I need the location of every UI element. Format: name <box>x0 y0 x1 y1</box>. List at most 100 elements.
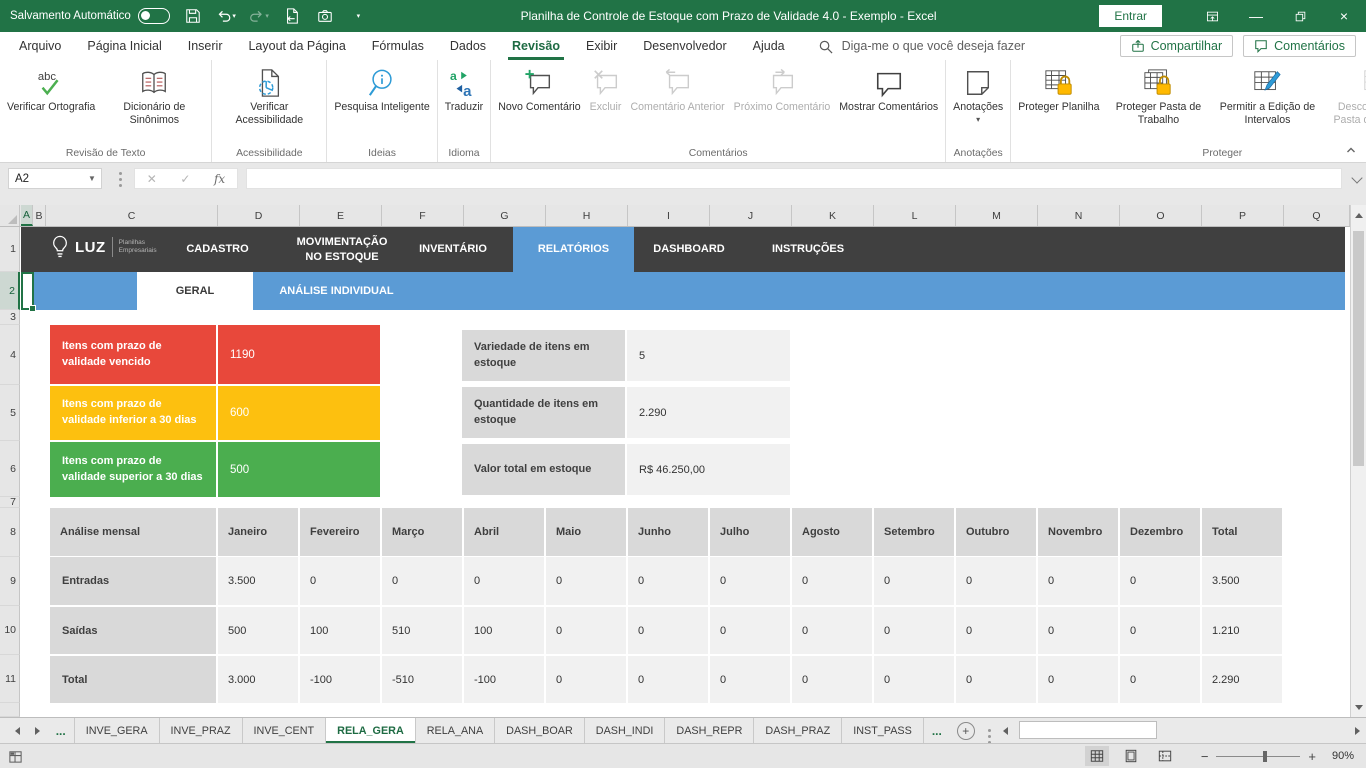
tell-me-search[interactable]: Diga-me o que você deseja fazer <box>818 39 1025 54</box>
table-cell[interactable]: -510 <box>382 656 462 703</box>
nav-item-relatorios[interactable]: RELATÓRIOS <box>513 227 634 272</box>
table-cell[interactable]: 0 <box>710 607 790 654</box>
validity-card-value[interactable]: 1190 <box>218 325 380 384</box>
table-header-junho[interactable]: Junho <box>628 508 708 556</box>
table-cell[interactable]: 0 <box>874 656 954 703</box>
button-traduzir[interactable]: aaTraduzir <box>441 65 487 117</box>
column-header-k[interactable]: K <box>792 205 874 226</box>
table-cell[interactable]: 0 <box>546 656 626 703</box>
macro-record-icon[interactable] <box>8 749 23 764</box>
new-sheet-icon[interactable]: + <box>957 722 975 740</box>
button-verificar-ortografia[interactable]: abcVerificar Ortografia <box>3 65 99 117</box>
hscroll-track[interactable] <box>1015 718 1348 743</box>
sheet-nav-right-icon[interactable] <box>28 727 48 735</box>
table-cell[interactable]: 1.210 <box>1202 607 1282 654</box>
stock-card-label[interactable]: Valor total em estoque <box>462 444 625 495</box>
insert-function-icon[interactable]: fx <box>214 172 225 186</box>
comments-button[interactable]: Comentários <box>1243 35 1356 57</box>
nav-item-inventario[interactable]: INVENTÁRIO <box>400 227 506 272</box>
close-button[interactable]: × <box>1322 0 1366 32</box>
column-header-h[interactable]: H <box>546 205 628 226</box>
table-cell[interactable]: 100 <box>464 607 544 654</box>
restore-button[interactable] <box>1278 0 1322 32</box>
table-cell[interactable]: 510 <box>382 607 462 654</box>
row-header-5[interactable]: 5 <box>0 385 20 441</box>
vertical-scrollbar[interactable] <box>1350 205 1366 717</box>
row-header-11[interactable]: 11 <box>0 655 20 703</box>
button-proteger-pasta-de-trabalho[interactable]: Proteger Pasta de Trabalho <box>1104 65 1212 129</box>
expand-formula-bar-icon[interactable] <box>1353 174 1361 182</box>
minimize-button[interactable]: — <box>1234 0 1278 32</box>
subnav-tab-analise-individual[interactable]: ANÁLISE INDIVIDUAL <box>253 272 420 310</box>
column-header-n[interactable]: N <box>1038 205 1120 226</box>
table-cell[interactable]: 0 <box>1120 607 1200 654</box>
sheet-nav-left-icon[interactable] <box>8 727 28 735</box>
column-header-o[interactable]: O <box>1120 205 1202 226</box>
table-cell[interactable]: 0 <box>1120 656 1200 703</box>
nav-item-cadastro[interactable]: CADASTRO <box>165 227 270 272</box>
subnav-tab-geral[interactable]: GERAL <box>137 272 253 310</box>
table-cell[interactable]: 0 <box>956 656 1036 703</box>
table-header-analise-mensal[interactable]: Análise mensal <box>50 508 216 556</box>
formula-input[interactable] <box>246 168 1342 189</box>
row-header-6[interactable]: 6 <box>0 441 20 497</box>
table-cell[interactable]: 0 <box>1038 656 1118 703</box>
table-cell[interactable]: 0 <box>628 656 708 703</box>
row-header-8[interactable]: 8 <box>0 508 20 557</box>
column-header-c[interactable]: C <box>46 205 218 226</box>
tab-revisao[interactable]: Revisão <box>499 32 573 60</box>
zoom-slider-thumb[interactable] <box>1263 751 1267 762</box>
page-break-view-icon[interactable] <box>1153 746 1177 766</box>
table-cell[interactable]: 0 <box>628 607 708 654</box>
normal-view-icon[interactable] <box>1085 746 1109 766</box>
formula-bar-handle[interactable] <box>119 172 122 175</box>
sheet-overflow-right[interactable]: ... <box>924 724 950 738</box>
column-header-g[interactable]: G <box>464 205 546 226</box>
qat-more-icon[interactable]: ▾ <box>348 5 368 27</box>
select-all-corner[interactable] <box>0 205 20 226</box>
zoom-out-icon[interactable]: − <box>1201 749 1209 764</box>
row-header-4[interactable]: 4 <box>0 325 20 385</box>
row-header-9[interactable]: 9 <box>0 557 20 606</box>
share-button[interactable]: Compartilhar <box>1120 35 1234 57</box>
button-mostrar-comentarios[interactable]: Mostrar Comentários <box>835 65 942 117</box>
table-cell[interactable]: 0 <box>628 557 708 605</box>
tab-arquivo[interactable]: Arquivo <box>6 32 74 60</box>
table-header-julho[interactable]: Julho <box>710 508 790 556</box>
zoom-level-label[interactable]: 90% <box>1324 750 1354 762</box>
table-cell[interactable]: 0 <box>300 557 380 605</box>
table-cell[interactable]: 0 <box>382 557 462 605</box>
validity-card-label[interactable]: Itens com prazo de validade inferior a 3… <box>50 386 216 440</box>
table-cell[interactable]: -100 <box>464 656 544 703</box>
column-header-f[interactable]: F <box>382 205 464 226</box>
table-cell[interactable]: 0 <box>792 557 872 605</box>
table-header-maio[interactable]: Maio <box>546 508 626 556</box>
stock-card-label[interactable]: Quantidade de itens em estoque <box>462 387 625 438</box>
table-cell[interactable]: 0 <box>956 607 1036 654</box>
collapse-ribbon-icon[interactable] <box>1346 145 1356 155</box>
table-cell[interactable]: 0 <box>874 607 954 654</box>
tab-ajuda[interactable]: Ajuda <box>740 32 798 60</box>
button-anotacoes[interactable]: Anotações▾ <box>949 65 1007 125</box>
table-header-janeiro[interactable]: Janeiro <box>218 508 298 556</box>
sheet-tab-inve-gera[interactable]: INVE_GERA <box>74 718 160 743</box>
row-header-3[interactable]: 3 <box>0 310 20 325</box>
table-header-fevereiro[interactable]: Fevereiro <box>300 508 380 556</box>
table-row-label[interactable]: Total <box>50 656 216 703</box>
autosave-toggle[interactable]: Salvamento Automático <box>10 8 170 24</box>
table-cell[interactable]: 3.000 <box>218 656 298 703</box>
button-dicionario-de-sinonimos[interactable]: Dicionário de Sinônimos <box>100 65 208 129</box>
table-cell[interactable]: 0 <box>710 656 790 703</box>
table-cell[interactable]: 0 <box>1120 557 1200 605</box>
camera-icon[interactable] <box>315 5 335 27</box>
column-header-e[interactable]: E <box>300 205 382 226</box>
table-cell[interactable]: 0 <box>874 557 954 605</box>
sheet-tab-rela-gera[interactable]: RELA_GERA <box>326 718 416 743</box>
tab-exibir[interactable]: Exibir <box>573 32 630 60</box>
sheet-tab-inst-pass[interactable]: INST_PASS <box>842 718 924 743</box>
row-header-2[interactable]: 2 <box>0 272 20 310</box>
table-row-label[interactable]: Entradas <box>50 557 216 605</box>
nav-item-dashboard[interactable]: DASHBOARD <box>640 227 738 272</box>
table-cell[interactable]: 0 <box>1038 607 1118 654</box>
column-header-a[interactable]: A <box>21 205 33 226</box>
